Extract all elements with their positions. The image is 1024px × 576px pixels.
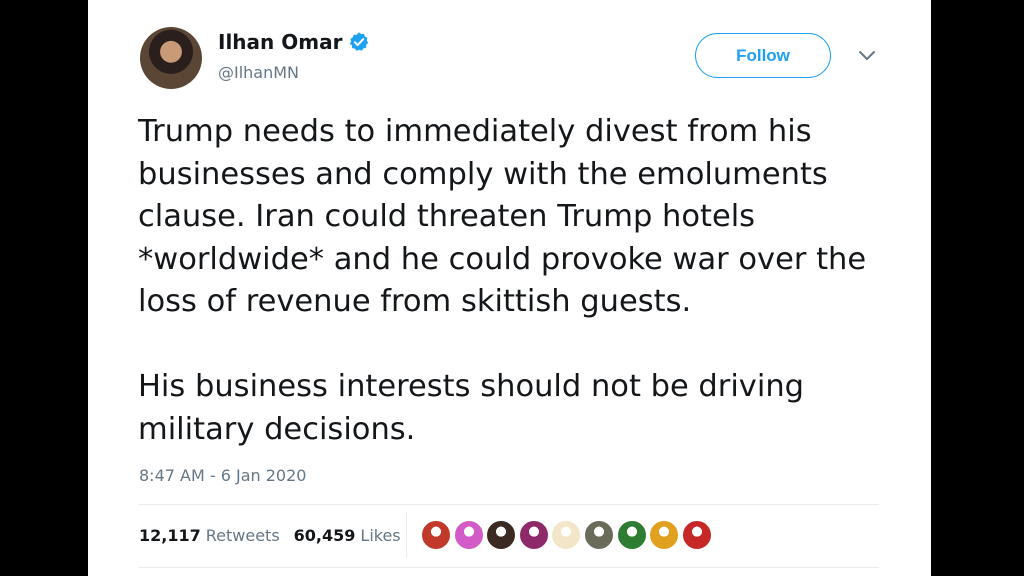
stats-separator xyxy=(406,512,407,558)
tweet-timestamp[interactable]: 8:47 AM - 6 Jan 2020 xyxy=(139,466,306,485)
engagement-stats: 12,117 Retweets 60,459 Likes xyxy=(139,526,401,545)
verified-badge-icon xyxy=(350,32,369,51)
chevron-down-icon[interactable] xyxy=(858,50,876,62)
divider xyxy=(139,567,879,568)
likes-label[interactable]: Likes xyxy=(360,526,400,545)
retweets-label[interactable]: Retweets xyxy=(206,526,280,545)
liker-avatar[interactable] xyxy=(551,520,582,550)
liker-avatars xyxy=(421,520,714,550)
retweets-count[interactable]: 12,117 xyxy=(139,526,201,545)
follow-button[interactable]: Follow xyxy=(695,33,831,78)
divider xyxy=(139,504,879,505)
avatar[interactable] xyxy=(140,27,202,89)
tweet-card: Ilhan Omar @IlhanMN Follow Trump needs t… xyxy=(88,0,931,576)
liker-avatar[interactable] xyxy=(649,520,680,550)
likes-count[interactable]: 60,459 xyxy=(294,526,356,545)
liker-avatar[interactable] xyxy=(681,520,712,550)
liker-avatar[interactable] xyxy=(421,520,451,550)
liker-avatar[interactable] xyxy=(583,520,614,550)
author-name-row: Ilhan Omar xyxy=(218,30,370,54)
tweet-text: Trump needs to immediately divest from h… xyxy=(138,111,908,451)
handle[interactable]: @IlhanMN xyxy=(218,63,299,82)
tweet-paragraph: Trump needs to immediately divest from h… xyxy=(138,114,867,319)
liker-avatar[interactable] xyxy=(616,520,647,550)
liker-avatar[interactable] xyxy=(518,520,549,550)
liker-avatar[interactable] xyxy=(453,520,484,550)
tweet-paragraph: His business interests should not be dri… xyxy=(138,369,805,447)
liker-avatar[interactable] xyxy=(486,520,517,550)
display-name[interactable]: Ilhan Omar xyxy=(218,30,342,54)
